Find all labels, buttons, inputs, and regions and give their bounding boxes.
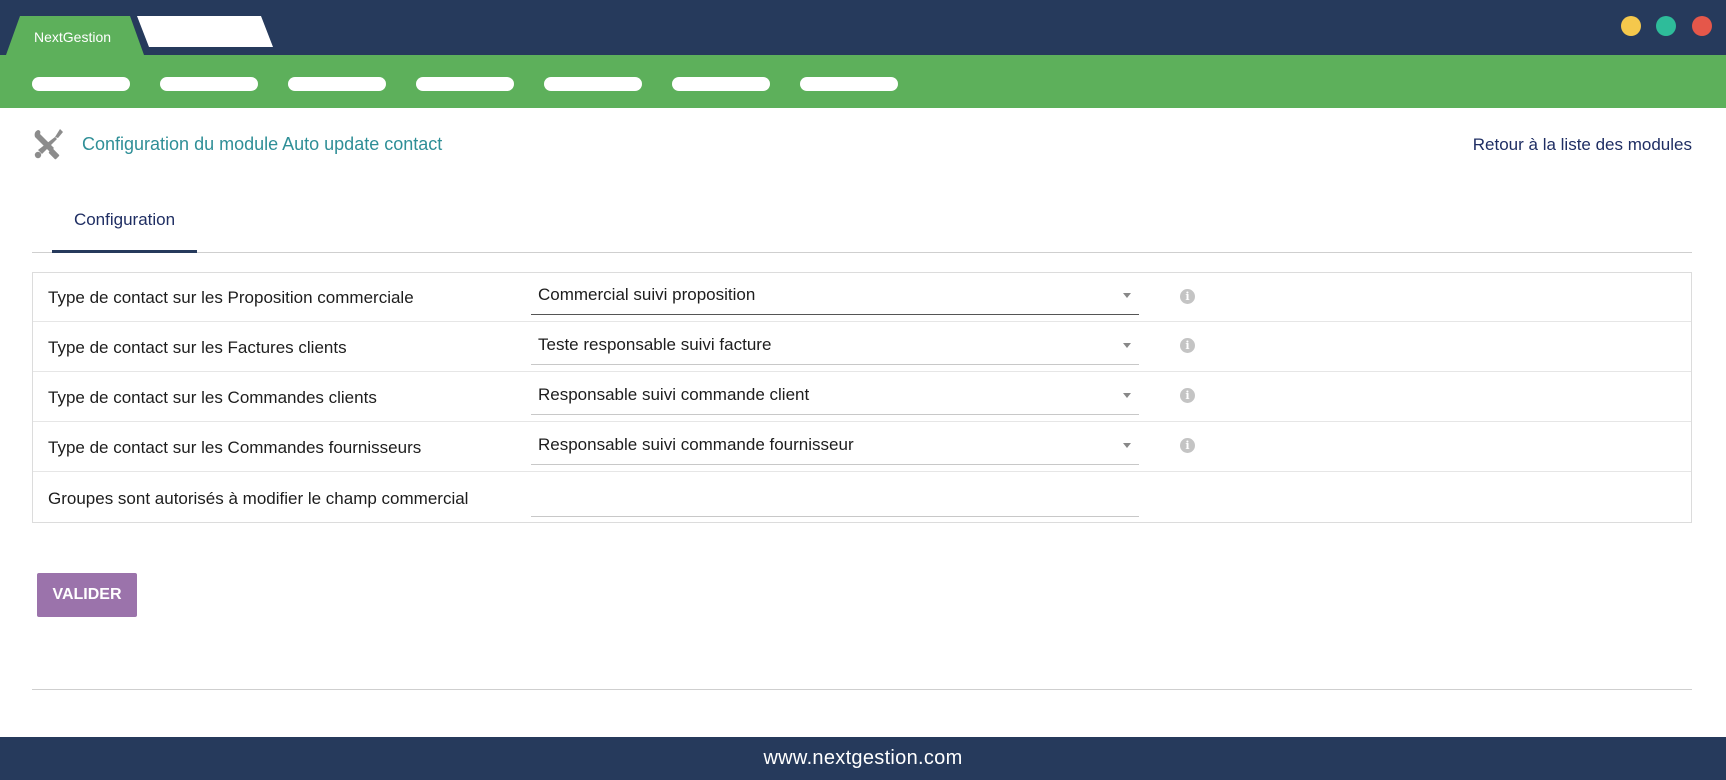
window-minimize-button[interactable] xyxy=(1621,16,1641,36)
chevron-down-icon xyxy=(1123,293,1131,298)
nav-item-2[interactable] xyxy=(160,77,258,91)
customer-order-contact-type-select[interactable]: Responsable suivi commande client xyxy=(531,381,1139,415)
footer-text: www.nextgestion.com xyxy=(763,747,963,769)
app-tab-label: NextGestion xyxy=(34,28,112,45)
tools-icon xyxy=(34,129,63,160)
select-value: Responsable suivi commande fournisseur xyxy=(538,435,854,454)
select-value: Teste responsable suivi facture xyxy=(538,335,772,354)
chevron-down-icon xyxy=(1123,443,1131,448)
supplier-order-contact-type-select[interactable]: Responsable suivi commande fournisseur xyxy=(531,431,1139,465)
validate-button[interactable]: VALIDER xyxy=(37,573,137,617)
form-row: Groupes sont autorisés à modifier le cha… xyxy=(33,472,1691,522)
app-tab-nextgestion[interactable]: NextGestion xyxy=(6,16,144,55)
select-value: Responsable suivi commande client xyxy=(538,385,810,404)
window-titlebar: NextGestion xyxy=(0,0,1726,55)
row-label: Type de contact sur les Factures clients xyxy=(48,338,347,357)
nav-item-1[interactable] xyxy=(32,77,130,91)
back-to-modules-link[interactable]: Retour à la liste des modules xyxy=(1473,135,1692,155)
form-row: Type de contact sur les Commandes client… xyxy=(33,372,1691,422)
main-navbar xyxy=(0,55,1726,108)
row-label: Type de contact sur les Commandes fourni… xyxy=(48,438,422,457)
info-icon[interactable]: i xyxy=(1180,438,1195,453)
chevron-down-icon xyxy=(1123,393,1131,398)
nav-item-3[interactable] xyxy=(288,77,386,91)
chevron-down-icon xyxy=(1123,343,1131,348)
window-close-button[interactable] xyxy=(1692,16,1712,36)
nav-item-6[interactable] xyxy=(672,77,770,91)
footer: www.nextgestion.com xyxy=(0,737,1726,780)
authorized-groups-select[interactable] xyxy=(531,481,1139,517)
nav-item-4[interactable] xyxy=(416,77,514,91)
nav-item-5[interactable] xyxy=(544,77,642,91)
info-icon[interactable]: i xyxy=(1180,338,1195,353)
nav-item-7[interactable] xyxy=(800,77,898,91)
info-icon[interactable]: i xyxy=(1180,388,1195,403)
row-label: Groupes sont autorisés à modifier le cha… xyxy=(48,489,469,508)
app-tab-blank[interactable] xyxy=(137,16,273,47)
form-row: Type de contact sur les Commandes fourni… xyxy=(33,422,1691,472)
info-icon[interactable]: i xyxy=(1180,289,1195,304)
row-label: Type de contact sur les Proposition comm… xyxy=(48,288,414,307)
divider xyxy=(32,689,1692,690)
tab-bar: Configuration xyxy=(32,203,1692,253)
config-form: Type de contact sur les Proposition comm… xyxy=(32,272,1692,523)
form-row: Type de contact sur les Proposition comm… xyxy=(33,273,1691,322)
row-label: Type de contact sur les Commandes client… xyxy=(48,388,377,407)
invoice-contact-type-select[interactable]: Teste responsable suivi facture xyxy=(531,331,1139,365)
proposal-contact-type-select[interactable]: Commercial suivi proposition xyxy=(531,281,1139,315)
window-maximize-button[interactable] xyxy=(1656,16,1676,36)
form-row: Type de contact sur les Factures clients… xyxy=(33,322,1691,372)
page-title: Configuration du module Auto update cont… xyxy=(82,134,443,154)
tab-configuration[interactable]: Configuration xyxy=(52,203,197,253)
select-value: Commercial suivi proposition xyxy=(538,285,756,304)
